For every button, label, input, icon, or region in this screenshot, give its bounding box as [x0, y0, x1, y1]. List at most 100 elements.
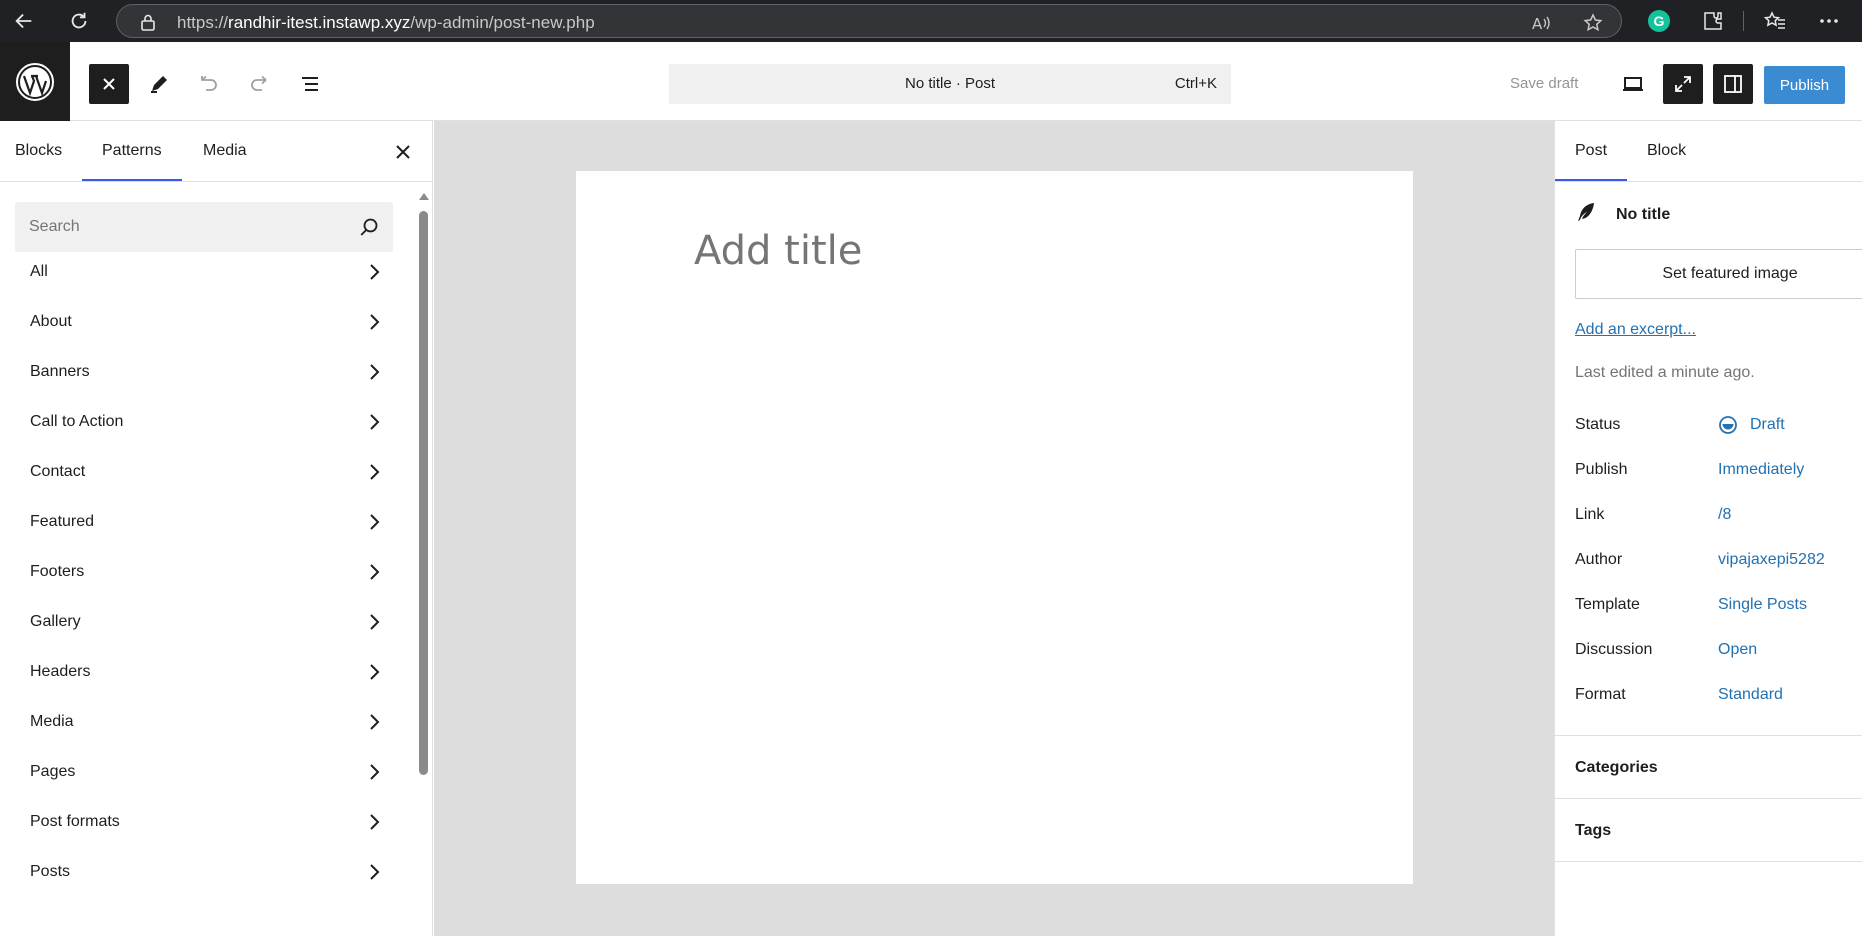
pattern-category-label: Media [30, 713, 74, 730]
preview-button[interactable] [1613, 64, 1653, 104]
chevron-right-icon [370, 264, 380, 280]
close-inserter-button[interactable] [89, 64, 129, 104]
redo-icon [251, 75, 267, 91]
settings-toggle-button[interactable] [1713, 64, 1753, 104]
chevron-right-icon [370, 664, 380, 680]
wordpress-logo-button[interactable] [0, 42, 70, 121]
inserter-scrollbar[interactable] [419, 211, 428, 775]
last-edited-text: Last edited a minute ago. [1575, 364, 1755, 381]
format-button[interactable]: Standard [1718, 686, 1783, 704]
permalink-button[interactable]: /8 [1718, 506, 1731, 524]
chevron-right-icon [370, 764, 380, 780]
tab-post[interactable]: Post [1554, 121, 1628, 181]
chevron-right-icon [370, 714, 380, 730]
set-featured-image-button[interactable]: Set featured image [1575, 249, 1862, 299]
publish-button[interactable]: Publish [1764, 66, 1845, 104]
view-fullscreen-button[interactable] [1663, 64, 1703, 104]
pattern-category-item[interactable]: Call to Action [0, 397, 420, 447]
fullscreen-icon [1675, 76, 1691, 92]
pattern-category-item[interactable]: Banners [0, 347, 420, 397]
redo-button[interactable] [239, 64, 279, 104]
categories-panel-toggle[interactable]: Categories [1575, 759, 1658, 777]
post-document: Add title [576, 171, 1413, 884]
meta-row-status: Status Draft [1575, 416, 1855, 440]
close-icon[interactable] [392, 141, 414, 163]
pattern-category-item[interactable]: Post formats [0, 797, 420, 847]
tags-panel-toggle[interactable]: Tags [1575, 822, 1611, 840]
read-aloud-icon[interactable]: A [1531, 13, 1551, 33]
pattern-category-item[interactable]: Featured [0, 497, 420, 547]
toolbar-separator [1743, 11, 1744, 31]
tab-media[interactable]: Media [203, 121, 247, 181]
discussion-button[interactable]: Open [1718, 641, 1757, 659]
pattern-category-item[interactable]: About [0, 297, 420, 347]
back-button[interactable] [6, 6, 42, 36]
add-excerpt-link[interactable]: Add an excerpt... [1575, 321, 1696, 339]
tab-patterns[interactable]: Patterns [82, 121, 182, 181]
arrow-left-icon [15, 13, 32, 29]
post-summary-title: No title [1616, 206, 1671, 223]
command-palette-bar[interactable]: No title · Post Ctrl+K [669, 64, 1231, 104]
tab-blocks[interactable]: Blocks [15, 121, 62, 181]
search-icon [360, 218, 378, 236]
meta-label: Status [1575, 416, 1621, 433]
save-draft-button[interactable]: Save draft [1510, 75, 1578, 92]
pattern-category-label: Gallery [30, 613, 81, 630]
pattern-category-item[interactable]: Gallery [0, 597, 420, 647]
meta-label: Template [1575, 596, 1640, 613]
pattern-category-label: Footers [30, 563, 85, 580]
scroll-up-arrow-icon[interactable] [418, 191, 430, 201]
wordpress-logo-icon [16, 62, 54, 101]
feather-icon [1578, 203, 1594, 221]
chevron-right-icon [370, 364, 380, 380]
svg-text:A: A [1532, 15, 1543, 33]
pattern-category-label: Call to Action [30, 413, 124, 430]
tab-block[interactable]: Block [1647, 121, 1686, 181]
url-text: https://randhir-itest.instawp.xyz/wp-adm… [177, 13, 595, 33]
tabs-divider [0, 181, 432, 182]
pattern-category-item[interactable]: Media [0, 697, 420, 747]
lock-icon [141, 14, 155, 31]
template-button[interactable]: Single Posts [1718, 596, 1807, 614]
pattern-category-label: All [30, 263, 48, 280]
close-icon [103, 78, 115, 90]
extensions-icon[interactable] [1702, 10, 1724, 32]
reload-button[interactable] [61, 6, 97, 36]
pattern-category-item[interactable]: All [0, 247, 420, 297]
section-divider [1555, 798, 1862, 799]
meta-label: Discussion [1575, 641, 1653, 658]
draft-status-icon[interactable] [1718, 415, 1738, 435]
status-value-button[interactable]: Draft [1750, 416, 1785, 434]
author-button[interactable]: vipajaxepi5282 [1718, 551, 1825, 569]
meta-row-format: Format Standard [1575, 686, 1855, 710]
address-bar[interactable]: https://randhir-itest.instawp.xyz/wp-adm… [116, 4, 1622, 38]
grammarly-icon[interactable]: G [1648, 10, 1670, 32]
more-menu-icon[interactable] [1818, 10, 1840, 32]
tools-button[interactable] [139, 64, 179, 104]
undo-button[interactable] [189, 64, 229, 104]
tabs-divider [1555, 181, 1862, 182]
pattern-category-label: Post formats [30, 813, 120, 830]
document-title: No title · Post [904, 75, 996, 92]
pattern-category-label: About [30, 313, 72, 330]
pattern-category-item[interactable]: Contact [0, 447, 420, 497]
pattern-search-input[interactable] [15, 202, 393, 252]
url-scheme: https:// [177, 13, 229, 32]
inserter-panel: Blocks Patterns Media All About Banners … [0, 121, 433, 936]
chevron-right-icon [370, 464, 380, 480]
publish-date-button[interactable]: Immediately [1718, 461, 1804, 479]
favorites-icon[interactable] [1764, 10, 1786, 32]
pattern-category-item[interactable]: Pages [0, 747, 420, 797]
pattern-category-item[interactable]: Headers [0, 647, 420, 697]
meta-row-publish: Publish Immediately [1575, 461, 1855, 485]
chevron-right-icon [370, 864, 380, 880]
url-path: /wp-admin/post-new.php [410, 13, 595, 32]
document-overview-button[interactable] [290, 64, 330, 104]
star-icon[interactable] [1583, 13, 1603, 33]
meta-label: Publish [1575, 461, 1628, 478]
meta-label: Link [1575, 506, 1605, 523]
pattern-category-item[interactable]: Footers [0, 547, 420, 597]
pattern-category-item[interactable]: Posts [0, 847, 420, 897]
post-title-input[interactable]: Add title [694, 228, 862, 274]
chevron-right-icon [370, 614, 380, 630]
